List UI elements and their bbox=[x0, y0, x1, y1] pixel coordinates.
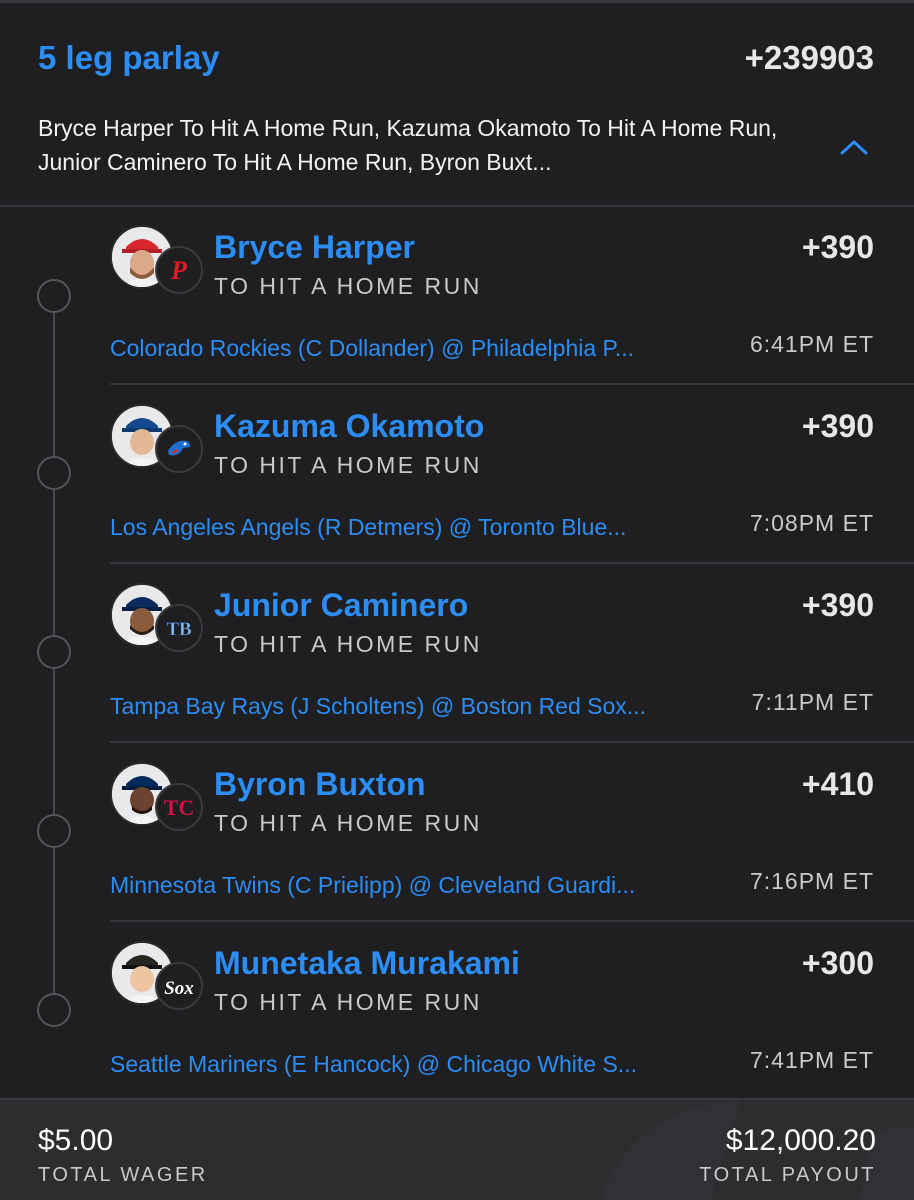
leg-odds: +390 bbox=[801, 587, 874, 623]
leg-row[interactable]: TC Byron Buxton +410 TO HIT A HOME RUN M… bbox=[0, 744, 914, 923]
blue-jays-logo-icon bbox=[155, 425, 203, 473]
phillies-logo-icon: P bbox=[155, 246, 203, 294]
collapse-button[interactable] bbox=[834, 127, 874, 167]
market-label: TO HIT A HOME RUN bbox=[214, 989, 482, 1015]
game-time: 7:08PM ET bbox=[749, 510, 874, 536]
game-time: 7:11PM ET bbox=[751, 689, 874, 715]
leg-odds: +300 bbox=[801, 945, 874, 981]
player-name: Kazuma Okamoto bbox=[214, 408, 485, 444]
leg-divider bbox=[110, 383, 914, 385]
matchup-link[interactable]: Colorado Rockies (C Dollander) @ Philade… bbox=[110, 335, 725, 362]
game-time: 7:41PM ET bbox=[749, 1047, 874, 1073]
total-payout-label: TOTAL PAYOUT bbox=[699, 1164, 876, 1186]
bet-slip: 5 leg parlay +239903 Bryce Harper To Hit… bbox=[0, 0, 914, 1200]
white-sox-logo-icon: Sox bbox=[155, 962, 203, 1010]
leg-row[interactable]: P Bryce Harper +390 TO HIT A HOME RUN Co… bbox=[0, 207, 914, 386]
parlay-odds: +239903 bbox=[744, 39, 874, 76]
total-wager-amount: $5.00 bbox=[38, 1124, 114, 1157]
player-name: Bryce Harper bbox=[214, 229, 415, 265]
game-time: 6:41PM ET bbox=[749, 331, 874, 357]
leg-odds: +410 bbox=[801, 766, 874, 802]
leg-row[interactable]: Sox Munetaka Murakami +300 TO HIT A HOME… bbox=[0, 923, 914, 1102]
timeline-node bbox=[37, 635, 71, 669]
svg-text:Sox: Sox bbox=[164, 978, 194, 999]
matchup-link[interactable]: Los Angeles Angels (R Detmers) @ Toronto… bbox=[110, 514, 725, 541]
matchup-link[interactable]: Minnesota Twins (C Prielipp) @ Cleveland… bbox=[110, 872, 725, 899]
leg-row[interactable]: TB Junior Caminero +390 TO HIT A HOME RU… bbox=[0, 565, 914, 744]
leg-divider bbox=[110, 741, 914, 743]
matchup-link[interactable]: Tampa Bay Rays (J Scholtens) @ Boston Re… bbox=[110, 693, 725, 720]
leg-divider bbox=[110, 920, 914, 922]
market-label: TO HIT A HOME RUN bbox=[214, 631, 482, 657]
game-time: 7:16PM ET bbox=[749, 868, 874, 894]
chevron-up-icon bbox=[840, 140, 868, 155]
parlay-title: 5 leg parlay bbox=[38, 39, 220, 76]
svg-text:TB: TB bbox=[166, 619, 192, 640]
timeline-node bbox=[37, 456, 71, 490]
leg-divider bbox=[110, 562, 914, 564]
matchup-link[interactable]: Seattle Mariners (E Hancock) @ Chicago W… bbox=[110, 1051, 725, 1078]
timeline-node bbox=[37, 814, 71, 848]
player-name: Junior Caminero bbox=[214, 587, 469, 623]
twins-logo-icon: TC bbox=[155, 783, 203, 831]
market-label: TO HIT A HOME RUN bbox=[214, 273, 482, 299]
player-name: Munetaka Murakami bbox=[214, 945, 520, 981]
rays-logo-icon: TB bbox=[155, 604, 203, 652]
bet-summary-footer: $5.00 TOTAL WAGER $12,000.20 TOTAL PAYOU… bbox=[0, 1098, 914, 1200]
total-wager-label: TOTAL WAGER bbox=[38, 1164, 208, 1186]
total-payout-amount: $12,000.20 bbox=[725, 1124, 876, 1157]
leg-row[interactable]: Kazuma Okamoto +390 TO HIT A HOME RUN Lo… bbox=[0, 386, 914, 565]
player-name: Byron Buxton bbox=[214, 766, 426, 802]
timeline-node bbox=[37, 993, 71, 1027]
timeline-node bbox=[37, 279, 71, 313]
market-label: TO HIT A HOME RUN bbox=[214, 452, 482, 478]
svg-text:TC: TC bbox=[164, 795, 195, 820]
parlay-header[interactable]: 5 leg parlay +239903 Bryce Harper To Hit… bbox=[0, 3, 914, 206]
svg-text:P: P bbox=[170, 256, 188, 285]
leg-odds: +390 bbox=[801, 229, 874, 265]
parlay-description: Bryce Harper To Hit A Home Run, Kazuma O… bbox=[38, 115, 778, 175]
leg-odds: +390 bbox=[801, 408, 874, 444]
market-label: TO HIT A HOME RUN bbox=[214, 810, 482, 836]
